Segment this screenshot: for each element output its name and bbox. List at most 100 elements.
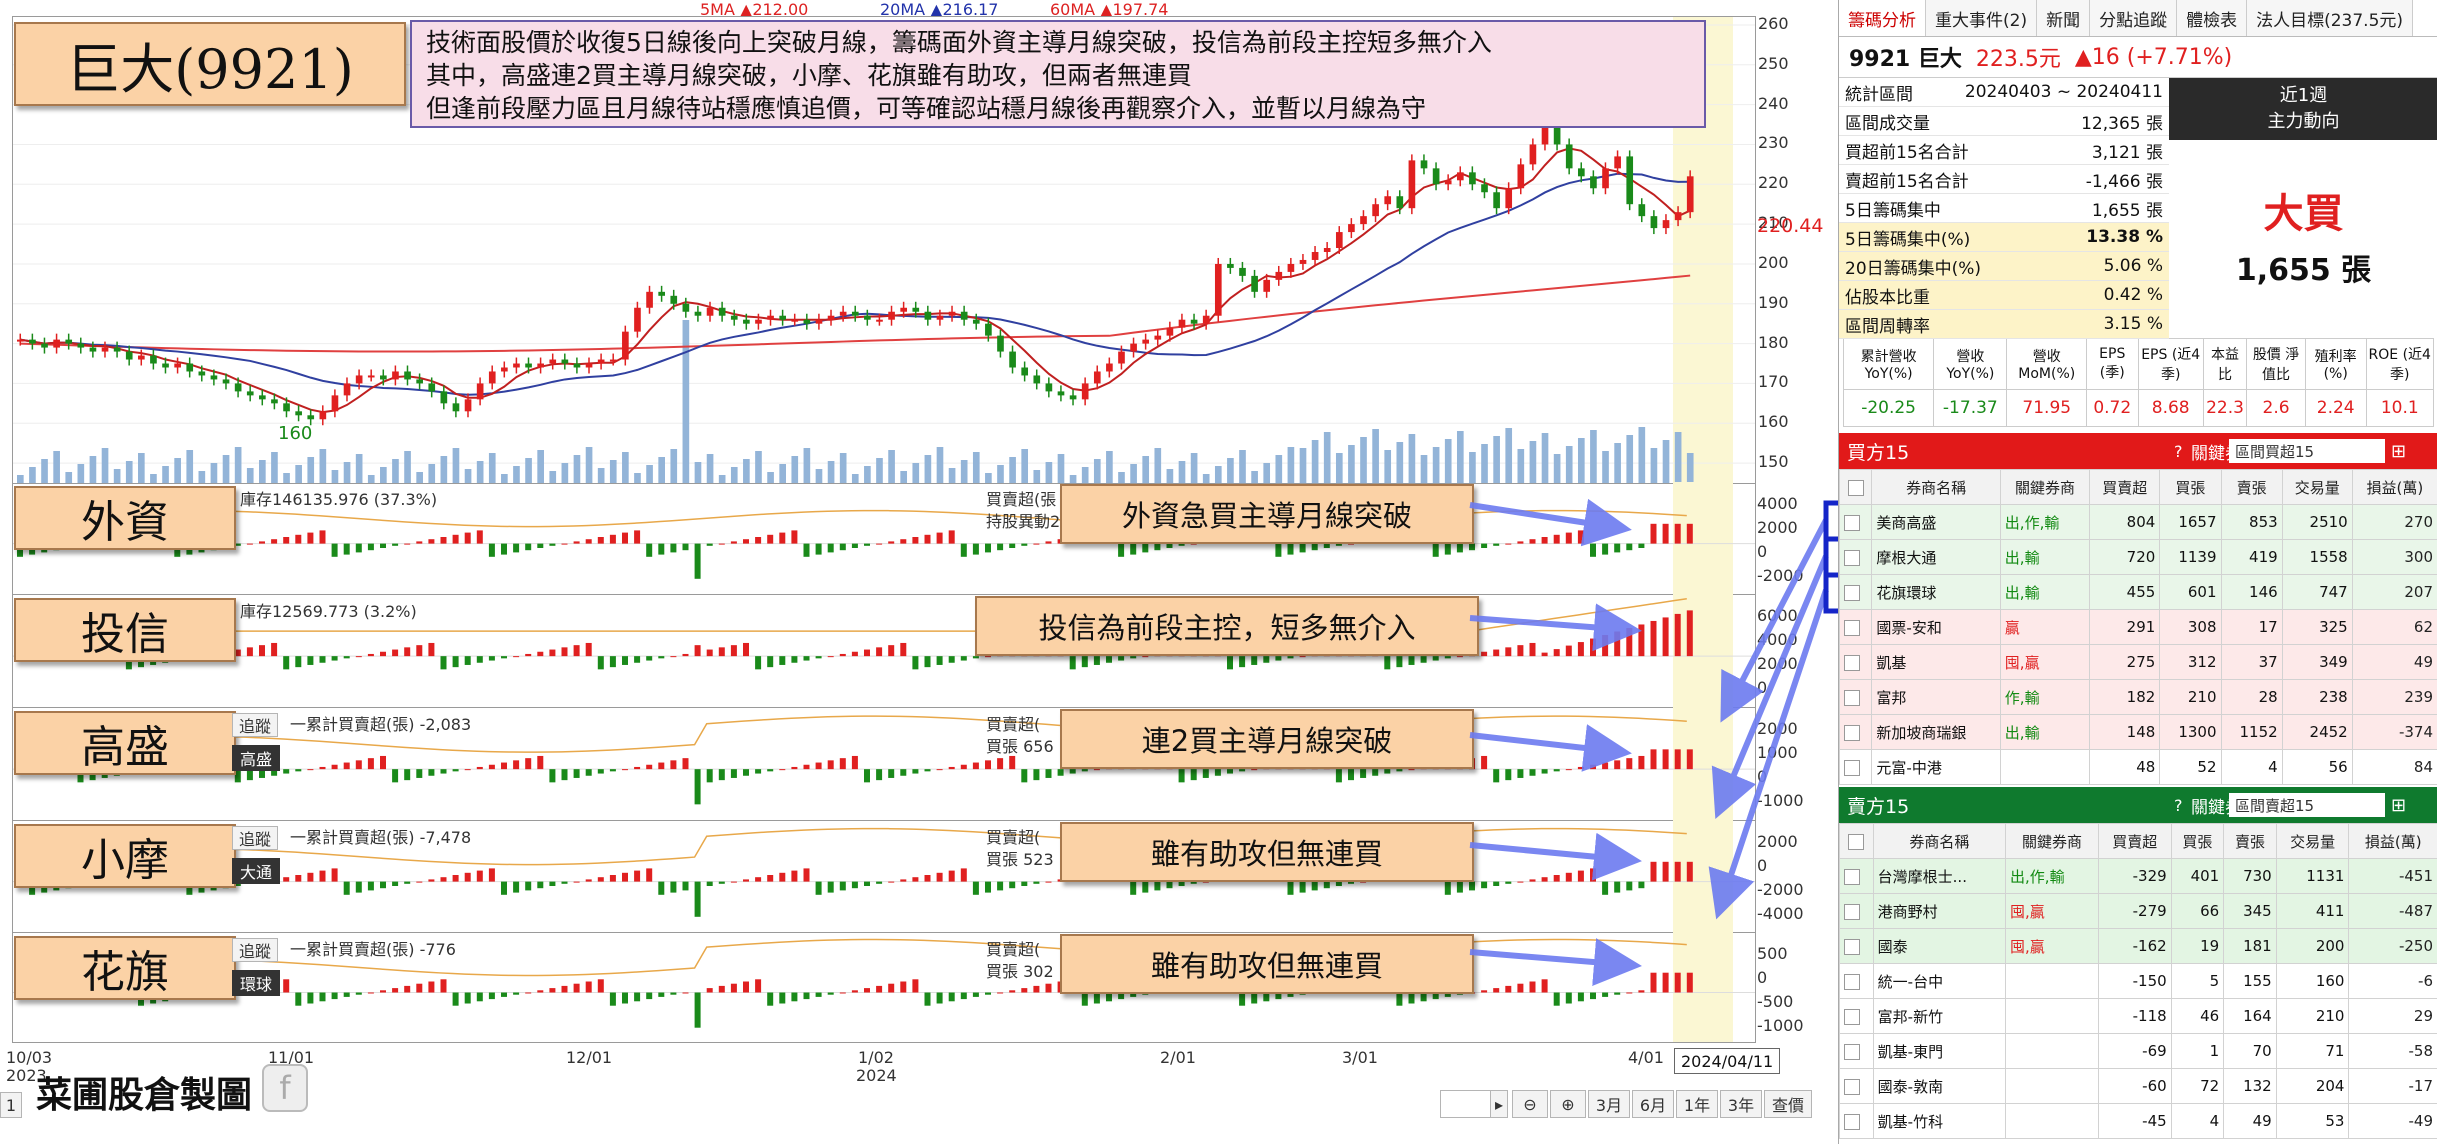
net-buy-bar xyxy=(380,990,386,993)
select-all-checkbox[interactable] xyxy=(1839,823,1874,859)
broker-row[interactable]: 摩根大通 出,輸 720 1139 419 1558 300 xyxy=(1838,539,2437,575)
net-buy-bar xyxy=(1565,645,1572,657)
net-buy-bar xyxy=(1033,769,1040,781)
net-buy-bar xyxy=(561,769,568,781)
tab-branch-tracking[interactable]: 分點追蹤 xyxy=(2090,0,2178,36)
net-buy-bar xyxy=(755,979,762,993)
net-buy-bar xyxy=(658,656,665,659)
range-3m-button[interactable]: 3月 xyxy=(1588,1090,1630,1118)
tab-health-check[interactable]: 體檢表 xyxy=(2177,0,2248,36)
broker-row[interactable]: 花旗環球 出,輸 455 601 146 747 207 xyxy=(1838,574,2437,610)
net-buy-bar xyxy=(730,983,737,993)
volume-bar xyxy=(743,459,750,483)
tab-chip-analysis[interactable]: 籌碼分析 xyxy=(1839,0,1926,36)
tab-news[interactable]: 新聞 xyxy=(2037,0,2091,36)
row-checkbox[interactable] xyxy=(1838,504,1873,540)
range-6m-button[interactable]: 6月 xyxy=(1632,1090,1674,1118)
select-all-checkbox[interactable] xyxy=(1838,469,1873,505)
track-button[interactable]: 追蹤 xyxy=(232,826,278,850)
row-checkbox[interactable] xyxy=(1838,644,1873,680)
panel-title: 高盛 xyxy=(14,711,236,775)
stat-value: -1,466 張 xyxy=(2085,171,2163,192)
broker-row[interactable]: 富邦 作,輸 182 210 28 238 239 xyxy=(1838,679,2437,715)
broker-row[interactable]: 美商高盛 出,作,輸 804 1657 853 2510 270 xyxy=(1838,504,2437,540)
broker-row[interactable]: 統一-台中 -150 5 155 160 -6 xyxy=(1839,963,2437,999)
broker-row[interactable]: 港商野村 囤,贏 -279 66 345 411 -487 xyxy=(1839,893,2437,929)
net-buy-bar xyxy=(464,769,471,771)
row-checkbox[interactable] xyxy=(1839,1103,1874,1139)
net-buy-bar xyxy=(1348,769,1354,781)
volume-bar xyxy=(1505,428,1513,483)
tab-major-events[interactable]: 重大事件(2) xyxy=(1926,0,2038,36)
broker-value: 238 xyxy=(2281,679,2353,715)
row-checkbox[interactable] xyxy=(1839,998,1874,1034)
net-buy-bar xyxy=(1650,972,1657,993)
grid-icon[interactable]: ⊞ xyxy=(2391,441,2406,462)
track-button[interactable]: 追蹤 xyxy=(232,938,278,962)
broker-row[interactable]: 台灣摩根士... 出,作,輸 -329 401 730 1131 -451 xyxy=(1839,858,2437,894)
row-checkbox[interactable] xyxy=(1839,858,1874,894)
sell-range-select[interactable]: 區間賣超15 xyxy=(2229,793,2385,817)
broker-value: 62 xyxy=(2351,609,2437,645)
net-buy-bar xyxy=(948,992,955,1002)
row-checkbox[interactable] xyxy=(1838,574,1873,610)
broker-row[interactable]: 國泰-敦南 -60 72 132 204 -17 xyxy=(1839,1068,2437,1104)
zoom-out-icon[interactable]: ⊖ xyxy=(1512,1090,1548,1118)
tab-target-price[interactable]: 法人目標(237.5元) xyxy=(2247,0,2414,36)
stat-value: 12,365 張 xyxy=(2081,113,2163,134)
stat-value: 0.42 % xyxy=(2103,285,2163,305)
net-buy-bar xyxy=(295,875,302,882)
date-next-icon[interactable]: ▸ xyxy=(1490,1090,1508,1118)
broker-row[interactable]: 新加坡商瑞銀 出,輸 148 1300 1152 2452 -374 xyxy=(1838,714,2437,750)
date-input[interactable] xyxy=(1440,1090,1492,1118)
broker-row[interactable]: 凱基 囤,贏 275 312 37 349 49 xyxy=(1838,644,2437,680)
help-icon[interactable]: ? xyxy=(2174,796,2183,815)
panel-legend-buysell: 買賣超( xyxy=(986,715,1041,734)
broker-value: 2510 xyxy=(2281,504,2353,540)
help-icon[interactable]: ? xyxy=(2174,442,2183,461)
candle-body xyxy=(440,391,448,404)
commentary-line-3: 但逢前段壓力區且月線待站穩應慎追價，可等確認站穩月線後再觀察介入，並暫以月線為守 xyxy=(426,94,1427,123)
grid-icon[interactable]: ⊞ xyxy=(2391,795,2406,816)
broker-row[interactable]: 凱基-竹科 -45 4 49 53 -49 xyxy=(1839,1103,2437,1139)
page-button[interactable]: 1 xyxy=(0,1092,22,1118)
net-buy-bar xyxy=(246,647,253,657)
net-buy-bar xyxy=(1517,541,1524,544)
candle-body xyxy=(743,319,750,324)
main-force-label: 主力動向 xyxy=(2267,111,2340,132)
candle-body xyxy=(307,415,315,420)
query-button[interactable]: 查價 xyxy=(1764,1090,1812,1118)
net-buy-bar xyxy=(295,769,302,772)
volume-bar xyxy=(404,451,411,483)
net-buy-bar xyxy=(1239,656,1246,668)
row-checkbox[interactable] xyxy=(1838,539,1873,575)
broker-row[interactable]: 國票-安和贏 291 308 17 325 62 xyxy=(1838,609,2437,645)
candle-body xyxy=(210,375,218,380)
broker-row[interactable]: 凱基-東門 -69 1 70 71 -58 xyxy=(1839,1033,2437,1069)
row-checkbox[interactable] xyxy=(1839,963,1874,999)
net-buy-bar xyxy=(573,983,580,993)
row-checkbox[interactable] xyxy=(1838,749,1873,785)
row-checkbox[interactable] xyxy=(1839,1033,1874,1069)
panel-callout: 雖有助攻但無連買 xyxy=(1060,822,1474,882)
row-checkbox[interactable] xyxy=(1838,679,1873,715)
row-checkbox[interactable] xyxy=(1839,928,1874,964)
indicator-axis-label: 2000 xyxy=(1757,832,1798,851)
track-button[interactable]: 追蹤 xyxy=(232,713,278,737)
candle-body xyxy=(985,323,992,336)
range-1y-button[interactable]: 1年 xyxy=(1676,1090,1718,1118)
row-checkbox[interactable] xyxy=(1839,893,1874,929)
row-checkbox[interactable] xyxy=(1838,714,1873,750)
broker-row[interactable]: 國泰 囤,贏 -162 19 181 200 -250 xyxy=(1839,928,2437,964)
row-checkbox[interactable] xyxy=(1839,1068,1874,1104)
row-checkbox[interactable] xyxy=(1838,609,1873,645)
net-buy-bar xyxy=(1541,979,1548,993)
zoom-in-icon[interactable]: ⊕ xyxy=(1550,1090,1586,1118)
broker-row[interactable]: 富邦-新竹 -118 46 164 210 29 xyxy=(1839,998,2437,1034)
range-3y-button[interactable]: 3年 xyxy=(1720,1090,1762,1118)
net-buy-bar xyxy=(440,769,447,774)
net-buy-bar xyxy=(1626,992,1633,994)
broker-row[interactable]: 元富-中港 48 52 4 56 84 xyxy=(1838,749,2437,785)
buy-range-select[interactable]: 區間買超15 xyxy=(2229,439,2385,463)
net-buy-bar xyxy=(549,543,556,546)
